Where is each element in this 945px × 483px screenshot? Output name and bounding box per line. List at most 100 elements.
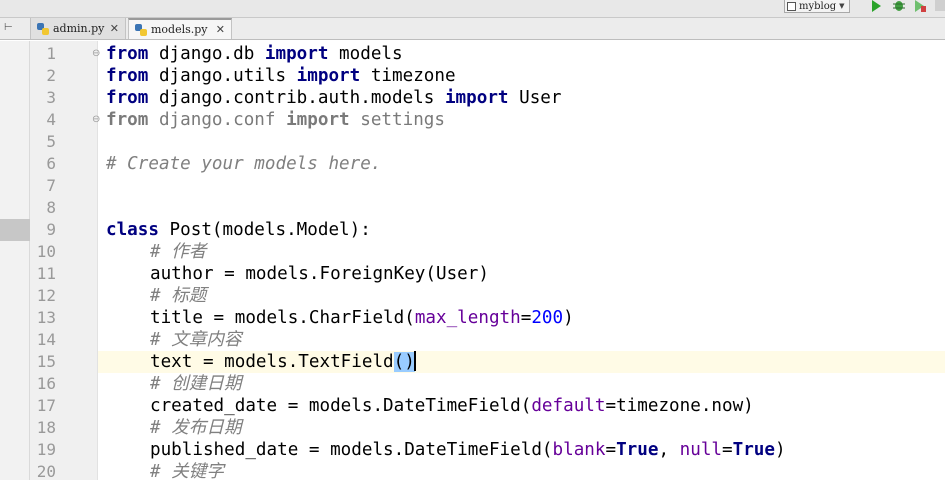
comment: # 作者 (150, 242, 207, 262)
code-text: = (722, 440, 733, 460)
stop-icon[interactable] (934, 0, 945, 12)
code-text: ) (563, 308, 574, 328)
editor-tab-bar: ⊢ admin.py ✕ models.py ✕ (0, 18, 945, 40)
line-number: 16 (36, 374, 56, 393)
line-number: 4 (46, 110, 56, 129)
run-configuration-icon (787, 1, 796, 11)
keyword: import (286, 110, 350, 130)
code-line: from django.db import models (98, 43, 945, 65)
code-text: = (520, 308, 532, 328)
code-editor[interactable]: from django.db import models from django… (98, 41, 945, 482)
code-line: # 标题 (98, 285, 945, 307)
code-text: timezone (360, 66, 456, 86)
line-number: 13 (36, 308, 56, 327)
line-number: 17 (36, 396, 56, 415)
line-number: 9 (46, 220, 56, 239)
line-number: 12 (36, 286, 56, 305)
keyword: from (106, 88, 149, 108)
close-icon[interactable]: ✕ (216, 23, 225, 36)
param-name: default (531, 396, 606, 416)
keyword: import (444, 88, 509, 108)
python-file-icon (135, 23, 147, 36)
main-toolbar: myblog ▼ (0, 0, 945, 18)
run-configuration-selector[interactable]: myblog ▼ (784, 0, 850, 13)
tab-admin-py[interactable]: admin.py ✕ (30, 18, 126, 39)
line-number: 8 (46, 198, 56, 217)
close-icon[interactable]: ✕ (110, 22, 119, 35)
run-configuration-label: myblog (799, 0, 837, 12)
code-line: # Create your models here. (98, 153, 945, 175)
code-text: django.utils (148, 66, 297, 86)
debug-icon[interactable] (893, 0, 905, 12)
code-text: text = models.TextField (150, 352, 394, 372)
comment: # Create your models here. (106, 154, 382, 174)
line-number: 1 (46, 44, 56, 63)
param-name: max_length (414, 308, 521, 328)
code-line: # 创建日期 (98, 373, 945, 395)
keyword: class (106, 220, 159, 240)
tab-label: models.py (151, 23, 208, 36)
comment: # 关键字 (150, 462, 224, 482)
code-text: , (658, 440, 680, 460)
run-icon[interactable] (870, 0, 882, 12)
param-name: blank (552, 440, 606, 460)
code-text: author = models.ForeignKey(User) (150, 264, 489, 284)
code-text: created_date = models.DateTimeField( (150, 396, 532, 416)
comment: # 文章内容 (150, 330, 242, 350)
current-code-line: text = models.TextField() (98, 351, 945, 373)
code-line-unused-import: from django.conf import settings (98, 109, 945, 131)
code-line: # 文章内容 (98, 329, 945, 351)
param-name: null (679, 440, 723, 460)
line-number: 10 (36, 242, 56, 261)
python-file-icon (37, 22, 49, 35)
line-number: 19 (36, 440, 56, 459)
code-text: models (328, 44, 403, 64)
keyword: import (296, 66, 361, 86)
keyword: from (106, 44, 149, 64)
code-text: django.contrib.auth.models (148, 88, 445, 108)
tab-models-py[interactable]: models.py ✕ (128, 18, 232, 39)
code-text: User (508, 88, 562, 108)
code-line: # 作者 (98, 241, 945, 263)
keyword: from (106, 110, 149, 130)
line-number: 15 (36, 352, 56, 371)
code-text: Post(models.Model): (158, 220, 371, 240)
code-line: from django.utils import timezone (98, 65, 945, 87)
line-number: 2 (46, 66, 56, 85)
text-caret (413, 351, 416, 371)
code-line: class Post(models.Model): (98, 219, 945, 241)
code-text: = (605, 440, 617, 460)
keyword: from (106, 66, 149, 86)
chevron-down-icon: ▼ (839, 1, 845, 10)
code-text: django.db (148, 44, 265, 64)
code-text: django.conf (148, 110, 287, 130)
code-line: published_date = models.DateTimeField(bl… (98, 439, 945, 461)
code-text: ) (774, 440, 786, 460)
line-number: 3 (46, 88, 56, 107)
code-line: # 发布日期 (98, 417, 945, 439)
code-text: title = models.CharField( (150, 308, 415, 328)
line-number: 5 (46, 132, 56, 151)
comment: # 发布日期 (150, 418, 242, 438)
code-text: published_date = models.DateTimeField( (150, 440, 553, 460)
tab-label: admin.py (53, 22, 105, 35)
comment: # 创建日期 (150, 374, 242, 394)
code-text: =timezone.now) (605, 396, 754, 416)
line-number: 14 (36, 330, 56, 349)
line-number: 6 (46, 154, 56, 173)
line-number: 11 (36, 264, 56, 283)
keyword: True (616, 440, 659, 460)
tab-scroll-left-icon[interactable]: ⊢ (4, 22, 13, 33)
coverage-icon[interactable] (914, 0, 926, 12)
keyword: import (264, 44, 329, 64)
code-line: author = models.ForeignKey(User) (98, 263, 945, 285)
code-text: settings (349, 110, 445, 130)
line-number: 7 (46, 176, 56, 195)
code-line: from django.contrib.auth.models import U… (98, 87, 945, 109)
left-tool-strip (0, 41, 30, 480)
structure-marker (0, 219, 30, 241)
line-number: 18 (36, 418, 56, 437)
keyword: True (732, 440, 775, 460)
number-literal: 200 (531, 308, 564, 328)
code-line: created_date = models.DateTimeField(defa… (98, 395, 945, 417)
